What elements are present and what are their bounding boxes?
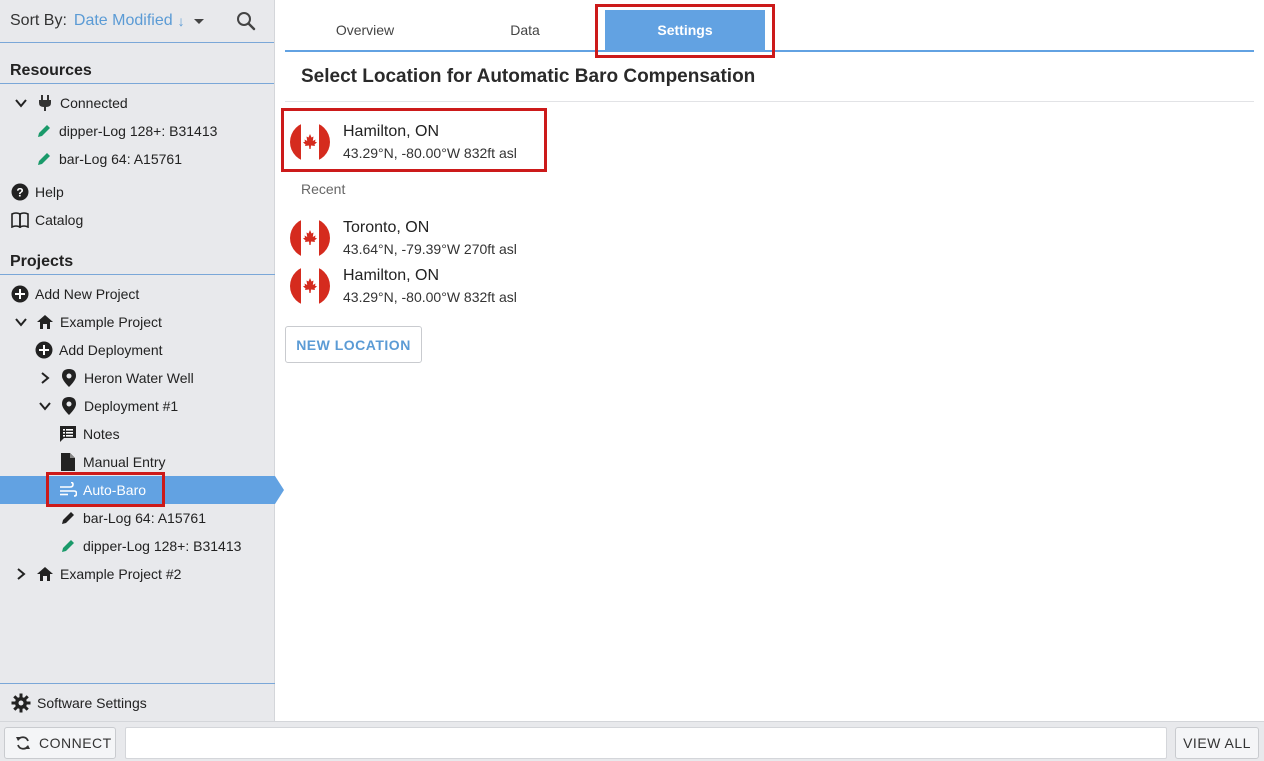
resource-device-label: bar-Log 64: A15761	[59, 151, 182, 167]
add-project-label: Add New Project	[35, 286, 140, 302]
active-item-pointer	[275, 476, 284, 504]
sort-by-value[interactable]: Date Modified	[74, 12, 173, 30]
resource-device-item[interactable]: dipper-Log 128+: B31413	[0, 117, 275, 145]
project-item[interactable]: Example Project	[0, 308, 275, 336]
pencil-icon	[59, 537, 77, 555]
software-settings-label: Software Settings	[37, 694, 147, 711]
recent-label: Recent	[301, 181, 346, 197]
notes-label: Notes	[83, 426, 120, 442]
divider	[285, 101, 1254, 102]
resources-title: Resources	[0, 56, 274, 84]
catalog-item[interactable]: Catalog	[0, 206, 275, 234]
home-icon	[36, 565, 54, 583]
sort-direction-icon[interactable]: ↓	[178, 13, 185, 29]
notes-item[interactable]: Notes	[0, 420, 275, 448]
add-project-button[interactable]: Add New Project	[0, 280, 275, 308]
chevron-down-icon[interactable]	[12, 94, 30, 112]
connect-label: CONNECT	[39, 735, 112, 751]
resource-device-item[interactable]: bar-Log 64: A15761	[0, 145, 275, 173]
svg-text:?: ?	[16, 186, 23, 200]
gear-icon	[11, 693, 31, 713]
canada-flag-icon	[290, 266, 330, 306]
deployment-item[interactable]: Deployment #1	[0, 392, 275, 420]
pencil-icon	[35, 150, 53, 168]
connected-label: Connected	[60, 95, 128, 111]
catalog-label: Catalog	[35, 212, 84, 228]
add-deployment-button[interactable]: Add Deployment	[0, 336, 275, 364]
tab-data[interactable]: Data	[445, 10, 605, 50]
map-pin-icon	[60, 369, 78, 387]
chevron-right-icon[interactable]	[36, 369, 54, 387]
selected-location[interactable]: Hamilton, ON 43.29°N, -80.00°W 832ft asl	[290, 120, 517, 164]
book-icon	[11, 211, 29, 229]
deployment-label: Heron Water Well	[84, 370, 194, 386]
manual-entry-label: Manual Entry	[83, 454, 166, 470]
location-name: Hamilton, ON	[343, 266, 440, 284]
help-icon: ?	[11, 183, 29, 201]
deployment-label: Deployment #1	[84, 398, 179, 414]
notes-icon	[59, 425, 77, 443]
document-icon	[59, 453, 77, 471]
location-name: Hamilton, ON	[343, 122, 440, 140]
recent-location-item[interactable]: Toronto, ON 43.64°N, -79.39°W 270ft asl	[290, 216, 517, 260]
sort-bar[interactable]: Sort By: Date Modified ↓	[0, 0, 274, 43]
home-icon	[36, 313, 54, 331]
canada-flag-icon	[290, 218, 330, 258]
deployment-device-label: dipper-Log 128+: B31413	[83, 538, 242, 554]
map-pin-icon	[60, 397, 78, 415]
connect-button[interactable]: CONNECT	[4, 727, 116, 759]
deployment-device-item[interactable]: bar-Log 64: A15761	[0, 504, 275, 532]
chevron-right-icon[interactable]	[12, 565, 30, 583]
search-icon[interactable]	[236, 11, 256, 31]
view-all-button[interactable]: VIEW ALL	[1175, 727, 1259, 759]
plug-icon	[36, 94, 54, 112]
deployment-item[interactable]: Heron Water Well	[0, 364, 275, 392]
project-label: Example Project #2	[60, 566, 182, 582]
sort-by-label: Sort By:	[10, 12, 67, 29]
chevron-down-icon[interactable]	[36, 397, 54, 415]
tab-overview[interactable]: Overview	[285, 10, 445, 50]
project-item[interactable]: Example Project #2	[0, 560, 275, 588]
auto-baro-item[interactable]: Auto-Baro	[0, 476, 275, 504]
chevron-down-icon[interactable]	[193, 18, 204, 24]
location-name: Toronto, ON	[343, 218, 430, 236]
location-coords: 43.29°N, -80.00°W 832ft asl	[343, 144, 517, 161]
recent-location-item[interactable]: Hamilton, ON 43.29°N, -80.00°W 832ft asl	[290, 264, 517, 308]
new-location-button[interactable]: NEW LOCATION	[285, 326, 422, 363]
add-deployment-label: Add Deployment	[59, 342, 163, 358]
auto-baro-label: Auto-Baro	[83, 482, 147, 498]
pencil-icon	[35, 122, 53, 140]
resource-device-label: dipper-Log 128+: B31413	[59, 123, 218, 139]
software-settings-item[interactable]: Software Settings	[0, 683, 275, 721]
manual-entry-item[interactable]: Manual Entry	[0, 448, 275, 476]
location-coords: 43.29°N, -80.00°W 832ft asl	[343, 288, 517, 305]
refresh-icon	[15, 735, 31, 751]
canada-flag-icon	[290, 122, 330, 162]
plus-circle-icon	[35, 341, 53, 359]
bottom-bar: CONNECT VIEW ALL	[0, 721, 1264, 761]
projects-title: Projects	[0, 247, 275, 275]
deployment-device-label: bar-Log 64: A15761	[83, 510, 206, 526]
help-label: Help	[35, 184, 64, 200]
wind-icon	[59, 481, 77, 499]
plus-circle-icon	[11, 285, 29, 303]
location-coords: 43.64°N, -79.39°W 270ft asl	[343, 240, 517, 257]
status-input[interactable]	[125, 727, 1167, 759]
help-item[interactable]: ? Help	[0, 178, 275, 206]
pencil-icon	[59, 509, 77, 527]
page-title: Select Location for Automatic Baro Compe…	[301, 66, 756, 87]
chevron-down-icon[interactable]	[12, 313, 30, 331]
tab-bar: Overview Data Settings	[285, 0, 1254, 52]
connected-item[interactable]: Connected	[0, 89, 275, 117]
deployment-device-item[interactable]: dipper-Log 128+: B31413	[0, 532, 275, 560]
tab-settings[interactable]: Settings	[605, 10, 765, 50]
project-label: Example Project	[60, 314, 162, 330]
